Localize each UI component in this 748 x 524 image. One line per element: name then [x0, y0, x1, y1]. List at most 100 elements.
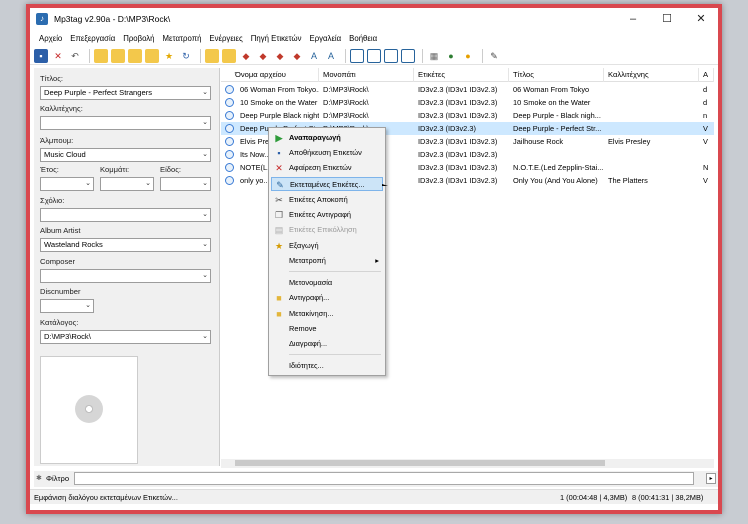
autonumber-icon[interactable]: [367, 48, 381, 63]
scrollbar-thumb[interactable]: [235, 460, 605, 466]
menu-separator: [289, 271, 381, 272]
menu-copy-to[interactable]: ■ Αντιγραφή...: [271, 291, 383, 305]
menu-convert[interactable]: Μετατροπή: [159, 32, 206, 45]
menu-help[interactable]: Βοήθεια: [345, 32, 381, 45]
list-view-icon[interactable]: [401, 48, 415, 63]
filter-input[interactable]: [74, 472, 694, 485]
filter-go-button[interactable]: ▸: [706, 473, 716, 484]
comment-field[interactable]: ⌄: [40, 208, 211, 222]
chevron-down-icon: ⌄: [202, 272, 208, 279]
refresh-icon[interactable]: ↻: [179, 49, 193, 63]
col-title[interactable]: Τίτλος: [509, 68, 604, 82]
app-icon: ♪: [36, 13, 48, 25]
options-icon[interactable]: ✎: [487, 49, 501, 63]
close-button[interactable]: ✕: [684, 8, 718, 30]
menu-view[interactable]: Προβολή: [119, 32, 158, 45]
menu-cut-tags[interactable]: ✂ Ετικέτες Αποκοπή: [271, 193, 383, 207]
album-field[interactable]: Music Cloud ⌄: [40, 148, 211, 162]
folder-add-icon[interactable]: [111, 48, 125, 63]
table-row[interactable]: 06 Woman From Tokyo... D:\MP3\Rock\ ID3v2.…: [221, 83, 714, 96]
track-field[interactable]: ⌄: [100, 177, 154, 191]
chevron-down-icon: ⌄: [202, 241, 208, 248]
album-artist-field[interactable]: Wasteland Rocks ⌄: [40, 238, 211, 252]
folder-copy-icon: ■: [276, 293, 282, 303]
table-row[interactable]: 10 Smoke on the Water D:\MP3\Rock\ ID3v2.3…: [221, 96, 714, 109]
menu-remove-tags[interactable]: ✕ Αφαίρεση Ετικετών: [271, 161, 383, 175]
audio-file-icon: [225, 163, 234, 172]
database-icon[interactable]: ▦: [427, 49, 441, 63]
playlist-icon[interactable]: [145, 48, 159, 63]
col-path[interactable]: Μονοπάτι: [319, 68, 414, 82]
minimize-button[interactable]: –: [616, 8, 650, 30]
font-icon[interactable]: A: [324, 49, 338, 63]
chevron-down-icon: ⌄: [85, 302, 91, 309]
menu-move[interactable]: ■ Μετακίνηση...: [271, 307, 383, 321]
menu-rename[interactable]: Μετονομασία: [271, 276, 383, 290]
tag-to-filename-icon[interactable]: [205, 48, 219, 63]
cover-art[interactable]: [40, 356, 138, 464]
menu-tools[interactable]: Εργαλεία: [306, 32, 346, 45]
menu-save-tags[interactable]: ▪ Αποθήκευση Ετικετών: [271, 146, 383, 160]
album-artist-label: Album Artist: [40, 226, 81, 235]
menu-file[interactable]: Αρχείο: [35, 32, 66, 45]
directory-field[interactable]: D:\MP3\Rock\ ⌄: [40, 330, 211, 344]
folder-open-icon[interactable]: [128, 48, 142, 63]
menu-properties[interactable]: Ιδιότητες...: [271, 359, 383, 373]
status-selection: 1 (00:04:48 | 4,3MB): [560, 493, 628, 502]
window-title: Mp3tag v2.90a - D:\MP3\Rock\: [54, 14, 171, 24]
col-album[interactable]: Α: [699, 68, 714, 82]
menu-export[interactable]: ★ Εξαγωγή: [271, 239, 383, 253]
discogs-icon[interactable]: ●: [461, 49, 475, 63]
context-menu: ▶ Αναπαραγωγή ▪ Αποθήκευση Ετικετών ✕ Αφαίρ…: [268, 127, 386, 376]
menu-copy-tags[interactable]: ❐ Ετικέτες Αντιγραφή: [271, 208, 383, 222]
folder-move-icon: ■: [276, 309, 282, 319]
web-source-icon[interactable]: ●: [444, 49, 458, 63]
menu-bar: Αρχείο Επεξεργασία Προβολή Μετατροπή Ενέ…: [30, 32, 381, 45]
col-tags[interactable]: Ετικέτες: [414, 68, 509, 82]
maximize-button[interactable]: ☐: [650, 8, 684, 30]
filter-label: Φίλτρο: [46, 474, 70, 483]
menu-remove[interactable]: Remove: [271, 322, 383, 336]
menu-play[interactable]: ▶ Αναπαραγωγή: [271, 131, 383, 145]
status-bar: Εμφάνιση διαλόγου εκτεταμένων Ετικετών..…: [30, 489, 718, 504]
title-label: Τίτλος:: [40, 74, 63, 83]
case-conversion-icon[interactable]: A: [307, 49, 321, 63]
menu-delete[interactable]: Διαγραφή...: [271, 337, 383, 351]
title-field[interactable]: Deep Purple - Perfect Strangers ⌄: [40, 86, 211, 100]
chevron-down-icon: ⌄: [202, 119, 208, 126]
save-icon[interactable]: ▪: [34, 48, 48, 63]
copy-icon: ❐: [274, 210, 284, 220]
track-label: Κομμάτι:: [100, 165, 130, 174]
menu-edit[interactable]: Επεξεργασία: [66, 32, 119, 45]
genre-field[interactable]: ⌄: [160, 177, 211, 191]
filename-to-tag-icon[interactable]: [222, 48, 236, 63]
cd-icon: [75, 395, 103, 423]
artist-field[interactable]: ⌄: [40, 116, 211, 130]
mp3tag-window: ♪ Mp3tag v2.90a - D:\MP3\Rock\ – ☐ ✕ Αρχ…: [26, 4, 722, 514]
convert-icon[interactable]: ◆: [239, 49, 253, 63]
menu-extended-tags[interactable]: ✎ Εκτεταμένες Ετικέτες...: [271, 177, 383, 191]
col-filename[interactable]: Όνομα αρχείου: [221, 68, 319, 82]
tag-to-text-icon[interactable]: ◆: [273, 49, 287, 63]
filter-star-icon: ✱: [36, 475, 42, 482]
favorite-icon[interactable]: ★: [162, 49, 176, 63]
menu-convert[interactable]: Μετατροπή ▸: [271, 254, 383, 268]
folder-icon[interactable]: [94, 48, 108, 63]
discnumber-field[interactable]: ⌄: [40, 299, 94, 313]
remove-tag-icon[interactable]: ✕: [51, 49, 65, 63]
actions-icon[interactable]: ◆: [290, 49, 304, 63]
horizontal-scrollbar[interactable]: [221, 459, 714, 468]
table-row[interactable]: Deep Purple Black night... D:\MP3\Rock\ ID…: [221, 109, 714, 122]
menu-tag-sources[interactable]: Πηγή Ετικετών: [247, 32, 306, 45]
year-field[interactable]: ⌄: [40, 177, 94, 191]
composer-field[interactable]: ⌄: [40, 269, 211, 283]
menu-paste-tags[interactable]: ▤ Ετικέτες Επικόλληση: [271, 223, 383, 237]
text-to-tag-icon[interactable]: ◆: [256, 49, 270, 63]
export-icon: ★: [274, 241, 284, 251]
tag-panel-icon[interactable]: [384, 48, 398, 63]
remove-icon: ✕: [275, 163, 283, 173]
extended-tags-icon[interactable]: [350, 48, 364, 63]
undo-icon[interactable]: ↶: [68, 49, 82, 63]
menu-actions[interactable]: Ενέργειες: [205, 32, 246, 45]
col-artist[interactable]: Καλλιτέχνης: [604, 68, 699, 82]
